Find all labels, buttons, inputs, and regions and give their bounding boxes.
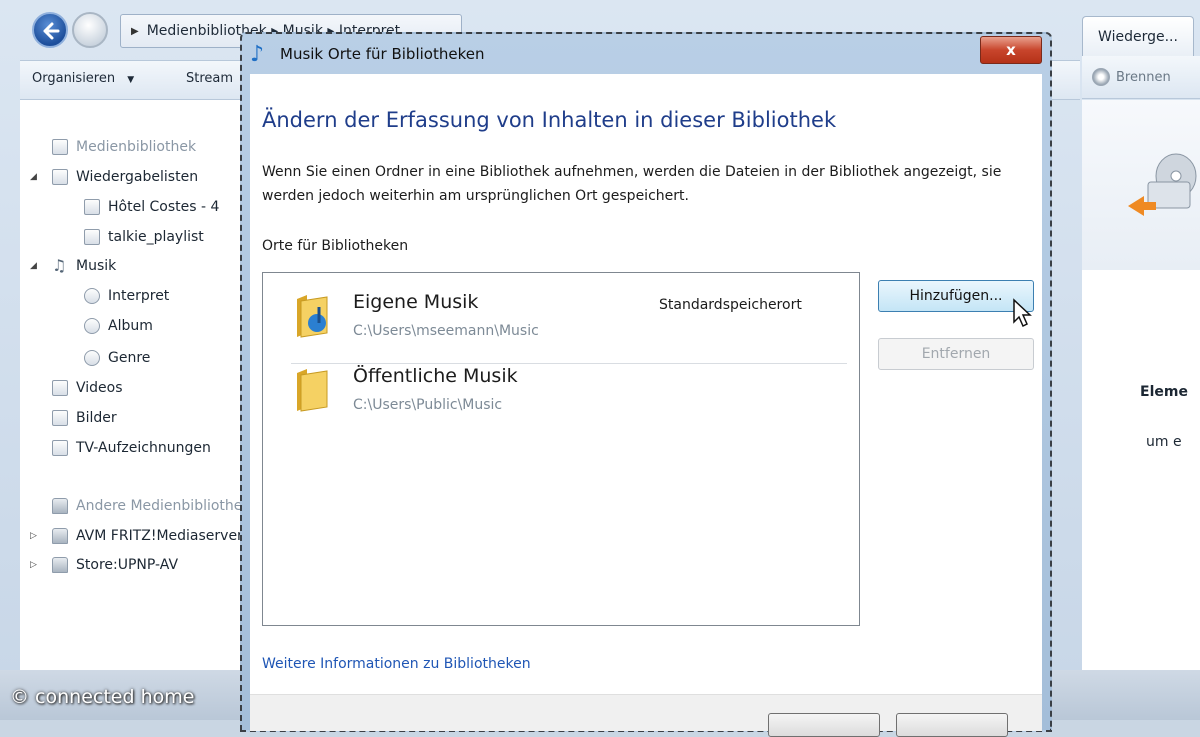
picture-icon — [52, 410, 68, 426]
expand-arrow-icon[interactable]: ▷ — [30, 560, 37, 570]
organize-menu[interactable]: Organisieren ▼ — [32, 71, 134, 86]
dialog-heading: Ändern der Erfassung von Inhalten in die… — [262, 108, 837, 132]
nav-item-library[interactable]: Medienbibliothek — [52, 134, 196, 160]
nav-item-album[interactable]: Album — [84, 313, 153, 339]
media-server-icon — [52, 528, 68, 544]
music-note-icon: ♪ — [250, 42, 265, 67]
nav-item-label: Medienbibliothek — [76, 139, 197, 155]
chevron-down-icon: ▼ — [127, 75, 135, 85]
nav-item-label: TV-Aufzeichnungen — [76, 440, 211, 456]
close-icon: x — [1006, 41, 1016, 59]
watermark-text: © connected home — [10, 686, 195, 708]
add-button[interactable]: Hinzufügen... — [878, 280, 1034, 312]
media-server-icon — [52, 557, 68, 573]
default-location-badge: Standardspeicherort — [659, 297, 802, 313]
playlist-icon — [52, 169, 68, 185]
nav-item-videos[interactable]: Videos — [52, 375, 123, 401]
dialog-description: Wenn Sie einen Ordner in eine Bibliothek… — [262, 164, 1002, 204]
cancel-button[interactable] — [896, 713, 1008, 737]
nav-item-label: Album — [108, 318, 153, 334]
expand-arrow-icon[interactable]: ▷ — [30, 531, 37, 541]
list-item-public-music[interactable]: Öffentliche Musik C:\Users\Public\Music — [263, 353, 859, 425]
stream-menu[interactable]: Stream — [186, 71, 233, 86]
close-button[interactable]: x — [980, 36, 1042, 64]
location-name: Eigene Musik — [353, 291, 479, 313]
collapse-arrow-icon[interactable]: ◢ — [30, 261, 37, 271]
folder-icon — [297, 369, 328, 412]
nav-item-playlists[interactable]: ◢ Wiedergabelisten — [30, 164, 199, 190]
nav-item-store-upnp[interactable]: ▷ Store:UPNP-AV — [30, 552, 179, 578]
more-info-link[interactable]: Weitere Informationen zu Bibliotheken — [262, 656, 531, 672]
section-label: Orte für Bibliotheken — [262, 238, 409, 254]
dialog-content: Ändern der Erfassung von Inhalten in die… — [250, 74, 1042, 694]
location-name: Öffentliche Musik — [353, 365, 518, 387]
nav-item-music[interactable]: ◢ ♫ Musik — [30, 253, 117, 279]
ok-button[interactable] — [768, 713, 880, 737]
music-note-icon: ♫ — [52, 256, 67, 275]
breadcrumb-chevron-icon: ▶ — [131, 25, 139, 37]
location-path: C:\Users\mseemann\Music — [353, 323, 539, 339]
back-button[interactable] — [32, 12, 68, 48]
navigation-pane: Medienbibliothek ◢ Wiedergabelisten Hôte… — [20, 100, 268, 670]
mouse-cursor-icon — [1013, 298, 1032, 328]
nav-item-artist[interactable]: Interpret — [78, 283, 190, 311]
nav-item-label: Hôtel Costes - 4 — [108, 199, 220, 215]
nav-item-playlist-talkie[interactable]: talkie_playlist — [84, 224, 204, 250]
nav-item-label: Wiedergabelisten — [76, 169, 199, 185]
collapse-arrow-icon[interactable]: ◢ — [30, 172, 37, 182]
other-libraries-icon — [52, 498, 68, 514]
nav-item-label: Videos — [76, 380, 123, 396]
tv-icon — [52, 440, 68, 456]
library-locations-list[interactable]: Eigene Musik C:\Users\mseemann\Music Sta… — [262, 272, 860, 626]
genre-icon — [84, 350, 100, 366]
location-path: C:\Users\Public\Music — [353, 397, 503, 413]
organize-label: Organisieren — [32, 71, 116, 86]
playlist-file-icon — [84, 199, 100, 215]
details-text: um e — [1146, 434, 1182, 450]
burn-tab[interactable]: Brennen — [1116, 70, 1171, 85]
music-folder-icon — [297, 295, 328, 338]
remove-button[interactable]: Entfernen — [878, 338, 1034, 370]
details-heading: Eleme — [1140, 384, 1188, 400]
right-toolbar: Brennen — [1082, 56, 1200, 99]
nav-item-label: AVM FRITZ!Mediaserver — [76, 528, 243, 544]
nav-item-label: Store:UPNP-AV — [76, 557, 179, 573]
nav-item-label: talkie_playlist — [108, 229, 204, 245]
library-locations-dialog: ♪ Musik Orte für Bibliotheken x Ändern d… — [240, 32, 1052, 737]
library-icon — [52, 139, 68, 155]
nav-item-genre[interactable]: Genre — [84, 345, 150, 371]
list-item-own-music[interactable]: Eigene Musik C:\Users\mseemann\Music Sta… — [263, 279, 859, 364]
nav-item-fritz-mediaserver[interactable]: ▷ AVM FRITZ!Mediaserver — [30, 523, 243, 549]
dialog-footer — [250, 694, 1042, 737]
artist-icon — [84, 288, 100, 304]
nav-item-pictures[interactable]: Bilder — [52, 405, 117, 431]
album-icon — [84, 318, 100, 334]
nav-item-playlist-hotel-costes[interactable]: Hôtel Costes - 4 — [84, 194, 219, 220]
nav-item-label: Genre — [108, 350, 151, 366]
burn-disc-graphic-icon — [1128, 153, 1197, 216]
forward-button[interactable] — [72, 12, 108, 48]
dialog-titlebar[interactable]: ♪ Musik Orte für Bibliotheken x — [242, 34, 1050, 74]
burn-disc-icon — [1092, 68, 1110, 86]
nav-item-tv-recordings[interactable]: TV-Aufzeichnungen — [52, 435, 211, 461]
nav-item-other-libraries[interactable]: Andere Medienbibliotheken — [52, 493, 268, 519]
back-arrow-icon — [43, 22, 60, 40]
nav-item-label: Bilder — [76, 410, 117, 426]
dialog-title: Musik Orte für Bibliotheken — [280, 45, 485, 63]
tab-playback[interactable]: Wiederge... — [1082, 16, 1194, 57]
playlist-file-icon — [84, 229, 100, 245]
nav-item-label: Andere Medienbibliotheken — [76, 498, 268, 514]
nav-item-label: Interpret — [108, 288, 170, 304]
nav-item-label: Musik — [76, 258, 117, 274]
video-icon — [52, 380, 68, 396]
